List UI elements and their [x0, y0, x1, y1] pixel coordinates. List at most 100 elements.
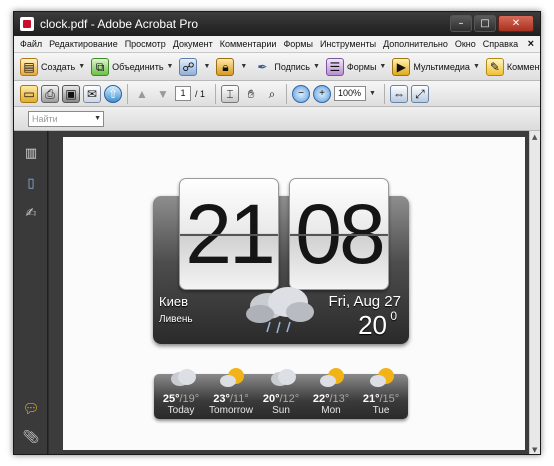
zoom-out-icon[interactable]: − — [292, 84, 311, 103]
current-temperature: 20 — [358, 310, 387, 340]
cloud-icon — [271, 369, 296, 386]
zoom-level-input[interactable]: 100% — [334, 86, 367, 101]
hand-tool-icon[interactable]: ✋︎ — [242, 85, 260, 103]
sign-button[interactable]: ✒ Подпись ▼ — [253, 58, 320, 76]
forecast-day-today: 25°/19° Today — [156, 369, 206, 419]
scroll-down-arrow-icon[interactable]: ▼ — [532, 446, 537, 454]
tasks-toolbar: ▤ Создать ▼ ⧉ Объединить ▼ ☍ ▼ 🔒︎ ▼ ✒ По… — [14, 53, 540, 81]
create-button[interactable]: ▤ Создать ▼ — [20, 57, 86, 76]
low-temp: /12° — [279, 393, 300, 405]
toolbar-separator — [127, 83, 128, 104]
menu-forms[interactable]: Формы — [283, 39, 313, 49]
forms-label: Формы — [346, 61, 377, 72]
collaborate-button[interactable]: ☍ ▼ — [179, 57, 211, 76]
comments-pane-icon[interactable]: 💬︎ — [23, 401, 40, 417]
document-area: 21 08 Киев Ливень Fri, Aug 27 20 0 25°/1… — [49, 131, 540, 454]
next-page-icon[interactable]: ▼ — [154, 85, 172, 103]
maximize-button[interactable]: □ — [474, 15, 496, 32]
chevron-down-icon: ▼ — [166, 63, 174, 70]
clock-widget: 21 08 Киев Ливень Fri, Aug 27 20 0 — [153, 178, 409, 344]
menu-edit[interactable]: Редактирование — [49, 39, 118, 49]
close-document-button[interactable]: × — [528, 38, 534, 50]
zoom-in-icon[interactable]: + — [313, 84, 332, 103]
comment-button[interactable]: ✎ Комментарий ▼ — [485, 57, 540, 76]
city-label: Киев — [159, 294, 188, 309]
rain-cloud-icon — [246, 287, 314, 334]
email-icon[interactable]: ✉ — [83, 84, 101, 103]
scroll-up-arrow-icon[interactable]: ▲ — [532, 133, 537, 141]
chevron-down-icon: ▼ — [78, 63, 86, 70]
menu-tools[interactable]: Инструменты — [320, 39, 376, 49]
bookmarks-icon[interactable]: ▯ — [23, 175, 39, 191]
menu-document[interactable]: Документ — [173, 39, 213, 49]
previous-page-icon[interactable]: ▲ — [133, 85, 151, 103]
menu-file[interactable]: Файл — [20, 39, 42, 49]
marquee-zoom-icon[interactable]: ⌕ — [263, 85, 281, 103]
pen-icon: ✒ — [257, 59, 268, 74]
navigation-pane: ▥ ▯ ✍ 💬︎ 📎︎ — [14, 131, 48, 454]
menu-bar: Файл Редактирование Просмотр Документ Ко… — [14, 36, 540, 53]
chevron-down-icon: ▼ — [203, 63, 211, 70]
hours-flip-card: 21 — [179, 178, 279, 290]
pdf-document-icon — [20, 17, 34, 31]
forecast-day-name: Tue — [372, 405, 390, 416]
secure-button[interactable]: 🔒︎ ▼ — [216, 57, 247, 76]
window-title: clock.pdf - Adobe Acrobat Pro — [40, 17, 199, 31]
search-input[interactable]: Найти ▼ — [28, 110, 104, 127]
multimedia-button[interactable]: ▶ Мультимедиа ▼ — [392, 57, 480, 76]
menu-advanced[interactable]: Дополнительно — [383, 39, 448, 49]
signatures-icon[interactable]: ✍ — [23, 205, 39, 221]
forms-button[interactable]: ☰ Формы ▼ — [325, 57, 386, 76]
pdf-page: 21 08 Киев Ливень Fri, Aug 27 20 0 25°/1… — [63, 137, 525, 450]
minutes-flip-card: 08 — [289, 178, 389, 290]
combine-label: Объединить — [112, 61, 164, 72]
menu-help[interactable]: Справка — [483, 39, 518, 49]
combine-button[interactable]: ⧉ Объединить ▼ — [91, 57, 174, 76]
forecast-day-sun: 20°/12° Sun — [256, 369, 306, 419]
select-tool-icon[interactable]: ⌶ — [221, 84, 240, 103]
print-icon[interactable]: ⎙ — [41, 84, 59, 103]
forms-icon: ☰ — [325, 57, 344, 76]
forecast-temp: 20°/12° — [256, 393, 306, 405]
upload-share-icon[interactable]: ⇧ — [104, 84, 122, 103]
menu-comments[interactable]: Комментарии — [220, 39, 277, 49]
full-screen-icon[interactable]: ⤢ — [410, 84, 429, 103]
forecast-day-name: Tomorrow — [209, 405, 253, 416]
minimize-button[interactable]: – — [450, 15, 472, 32]
save-icon[interactable]: ▣ — [62, 84, 80, 103]
vertical-scrollbar[interactable]: ▲ ▼ — [529, 131, 540, 454]
forecast-temp: 23°/11° — [206, 393, 256, 405]
title-bar: clock.pdf - Adobe Acrobat Pro – □ ✕ — [14, 12, 540, 36]
menu-window[interactable]: Окно — [455, 39, 476, 49]
forecast-day-name: Sun — [272, 405, 290, 416]
chevron-down-icon[interactable]: ▼ — [94, 112, 101, 126]
weather-condition-label: Ливень — [159, 314, 193, 325]
fit-width-icon[interactable]: ⇔ — [389, 84, 408, 103]
high-temp: 25° — [162, 393, 180, 405]
high-temp: 23° — [213, 393, 230, 405]
low-temp: /11° — [229, 393, 249, 405]
high-temp: 21° — [362, 393, 380, 405]
zoom-dropdown-chevron-icon[interactable]: ▼ — [369, 90, 376, 97]
sun-cloud-icon — [320, 368, 344, 387]
cloud-icon — [171, 369, 196, 386]
open-folder-icon[interactable]: ▭ — [20, 84, 38, 103]
create-label: Создать — [41, 61, 76, 72]
multimedia-label: Мультимедиа — [413, 61, 470, 72]
sun-cloud-icon — [220, 368, 244, 387]
forecast-temp: 22°/13° — [306, 393, 356, 405]
search-placeholder: Найти — [32, 113, 58, 124]
forecast-temp: 21°/15° — [356, 393, 406, 405]
page-number-input[interactable]: 1 — [175, 86, 191, 101]
combine-files-icon: ⧉ — [91, 57, 110, 76]
menu-view[interactable]: Просмотр — [125, 39, 166, 49]
sun-cloud-icon — [370, 368, 394, 387]
pages-thumbnail-icon[interactable]: ▥ — [23, 145, 39, 161]
close-window-button[interactable]: ✕ — [498, 15, 534, 32]
forecast-temp: 25°/19° — [156, 393, 206, 405]
acrobat-window: clock.pdf - Adobe Acrobat Pro – □ ✕ Файл… — [13, 11, 541, 455]
forecast-day-tue: 21°/15° Tue — [356, 368, 406, 419]
find-toolbar: Найти ▼ — [14, 107, 540, 131]
lock-icon: 🔒︎ — [216, 57, 235, 76]
attachments-paperclip-icon[interactable]: 📎︎ — [23, 429, 40, 445]
